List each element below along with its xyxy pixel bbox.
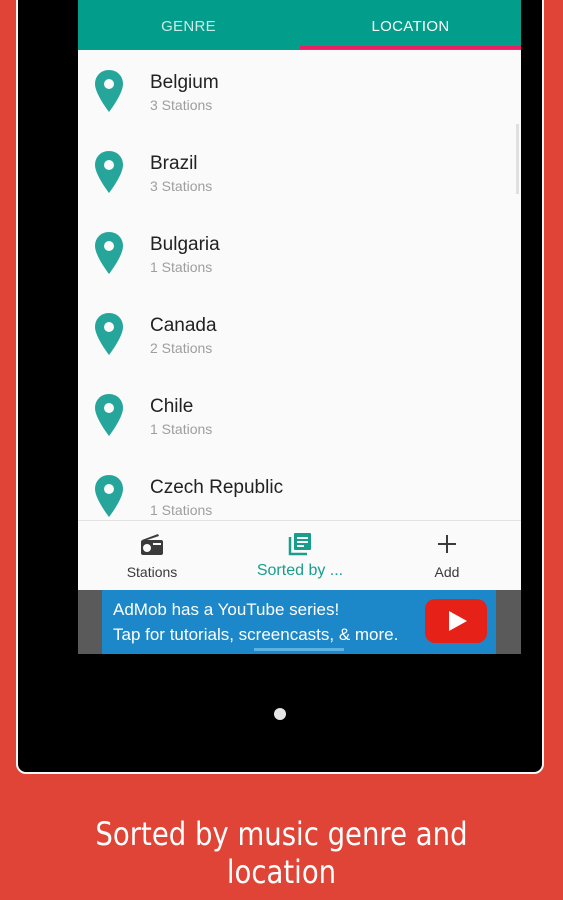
tab-indicator xyxy=(300,46,521,49)
location-list[interactable]: Belgium 3 Stations Brazil 3 Stations Bul… xyxy=(78,50,521,520)
location-pin-icon xyxy=(94,151,124,198)
tab-genre-label: GENRE xyxy=(161,18,216,35)
location-pin-icon xyxy=(94,394,124,441)
location-pin-icon xyxy=(94,475,124,520)
ad-headline: AdMob has a YouTube series! xyxy=(113,600,340,619)
tab-location-label: LOCATION xyxy=(371,18,450,35)
nav-sorted-label: Sorted by ... xyxy=(256,562,344,579)
nav-stations-label: Stations xyxy=(126,564,178,580)
location-name: Bulgaria xyxy=(150,234,220,255)
location-pin-icon xyxy=(94,313,124,360)
radio-icon xyxy=(139,531,165,562)
station-count: 2 Stations xyxy=(150,340,213,356)
ad-progress-bar xyxy=(254,648,344,651)
location-name: Brazil xyxy=(150,153,198,174)
nav-sorted-button[interactable]: Sorted by ... xyxy=(226,521,374,591)
app-screen: GENRE LOCATION Belgium 3 Stations Brazil… xyxy=(78,0,521,654)
location-pin-icon xyxy=(94,232,124,279)
station-count: 3 Stations xyxy=(150,97,213,113)
tablet-frame: GENRE LOCATION Belgium 3 Stations Brazil… xyxy=(16,0,544,774)
location-name: Belgium xyxy=(150,72,219,93)
station-count: 3 Stations xyxy=(150,178,213,194)
location-row[interactable]: Chile 1 Stations xyxy=(78,374,521,455)
location-row[interactable]: Belgium 3 Stations xyxy=(78,50,521,131)
location-row[interactable]: Czech Republic 1 Stations xyxy=(78,455,521,520)
bottom-navigation: Stations Sorted by ... Add xyxy=(78,520,521,590)
tab-genre[interactable]: GENRE xyxy=(78,0,299,50)
promo-caption: Sorted by music genre and location xyxy=(95,815,468,891)
location-name: Czech Republic xyxy=(150,477,284,498)
tab-bar: GENRE LOCATION xyxy=(78,0,521,50)
location-name: Canada xyxy=(150,315,217,336)
location-row[interactable]: Brazil 3 Stations xyxy=(78,131,521,212)
home-indicator-dot xyxy=(274,708,286,720)
nav-add-label: Add xyxy=(434,564,460,580)
location-row[interactable]: Bulgaria 1 Stations xyxy=(78,212,521,293)
ad-description: Tap for tutorials, screencasts, & more. xyxy=(113,625,399,644)
disc-icon xyxy=(179,0,199,3)
library-icon xyxy=(287,531,313,562)
nav-add-button[interactable]: Add xyxy=(373,521,521,591)
location-row[interactable]: Canada 2 Stations xyxy=(78,293,521,374)
station-count: 1 Stations xyxy=(150,502,213,518)
plus-icon xyxy=(434,531,460,562)
station-count: 1 Stations xyxy=(150,421,213,437)
tab-location[interactable]: LOCATION xyxy=(300,0,521,50)
youtube-play-icon[interactable] xyxy=(425,599,487,648)
ad-banner[interactable]: AdMob has a YouTube series! Tap for tuto… xyxy=(78,590,521,654)
location-pin-icon xyxy=(401,0,421,7)
scrollbar-thumb[interactable] xyxy=(516,124,519,194)
location-name: Chile xyxy=(150,396,194,417)
ad-content[interactable]: AdMob has a YouTube series! Tap for tuto… xyxy=(102,590,496,654)
location-pin-icon xyxy=(94,70,124,117)
nav-stations-button[interactable]: Stations xyxy=(78,521,226,591)
station-count: 1 Stations xyxy=(150,259,213,275)
